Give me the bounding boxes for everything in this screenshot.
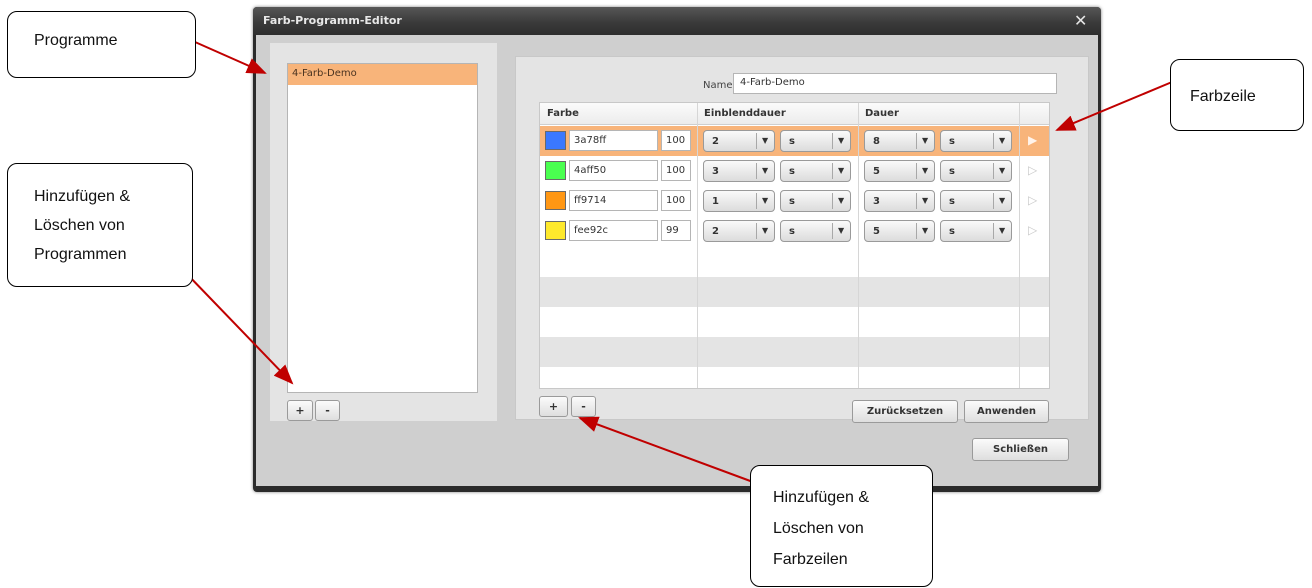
callout-line: Löschen von <box>34 217 125 234</box>
callout-farbzeile-text: Farbzeile <box>1190 88 1256 105</box>
callout-farbzeile: Farbzeile <box>1170 59 1304 131</box>
callout-programs-text: Hinzufügen & Löschen von Programmen <box>34 182 130 269</box>
callout-programme: Programme <box>7 11 196 78</box>
callout-line: Löschen von <box>773 520 864 537</box>
callout-programs-add-remove: Hinzufügen & Löschen von Programmen <box>7 163 193 287</box>
callout-line: Farbzeilen <box>773 551 848 568</box>
callout-rows-add-remove: Hinzufügen & Löschen von Farbzeilen <box>750 465 933 587</box>
callout-rows-text: Hinzufügen & Löschen von Farbzeilen <box>773 482 869 575</box>
annotation-arrows <box>184 41 1173 483</box>
callout-line: Hinzufügen & <box>773 489 870 506</box>
arrow-farbzeile <box>1055 81 1173 131</box>
arrow-programs-add-remove <box>184 271 294 385</box>
callout-programme-text: Programme <box>34 32 118 49</box>
arrow-rows-add-remove <box>578 416 754 483</box>
callout-line: Hinzufügen & <box>34 188 131 205</box>
arrow-programme <box>194 41 267 74</box>
callout-line: Programmen <box>34 246 127 263</box>
